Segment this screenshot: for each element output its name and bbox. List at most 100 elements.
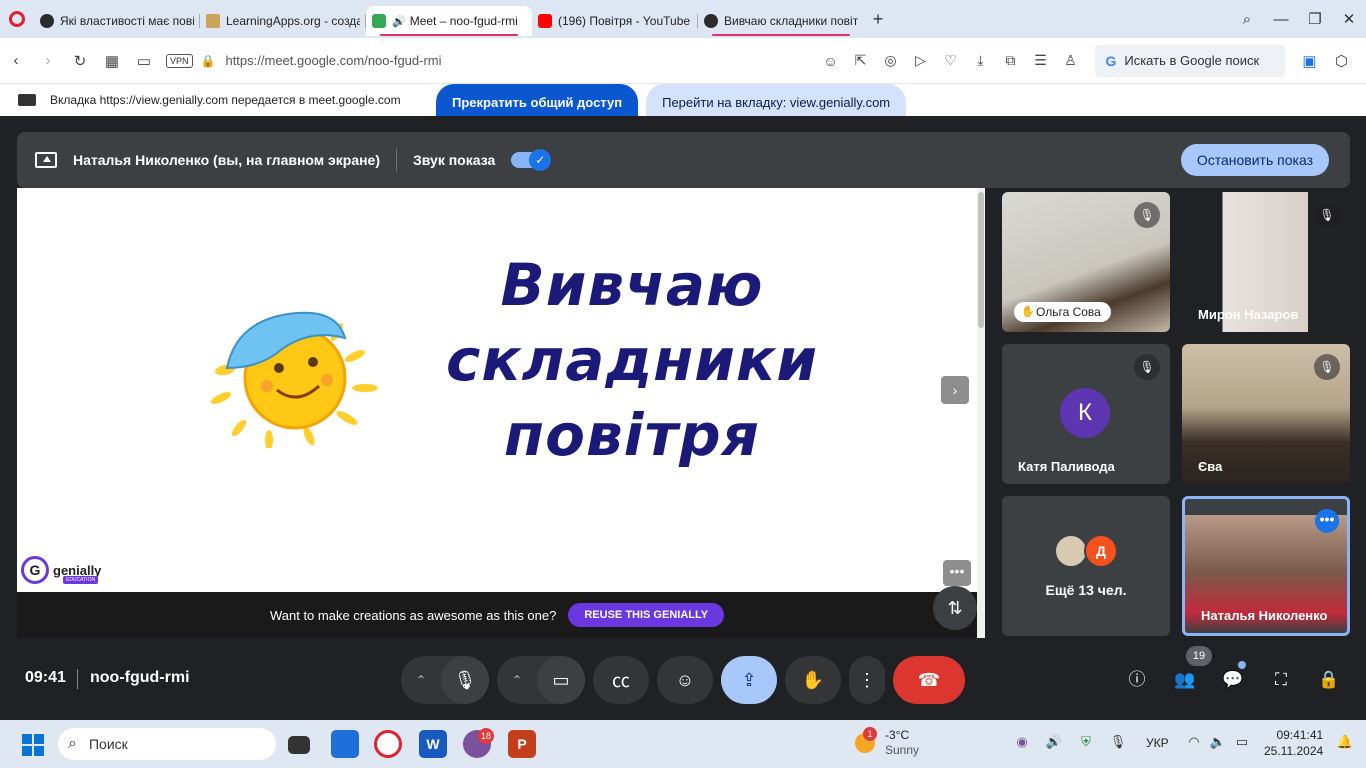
reactions-button[interactable]: ☺: [657, 656, 713, 704]
host-controls-icon[interactable]: 🔒: [1315, 666, 1343, 694]
viber-tray-icon[interactable]: ◉: [1011, 734, 1033, 750]
weather-badge: 1: [863, 727, 877, 741]
temperature: -3°C: [885, 728, 910, 742]
tab-search-icon[interactable]: ⌕: [1230, 11, 1264, 28]
browser-tab-active[interactable]: 🔊 Meet – noo-fgud-rmi: [366, 6, 532, 36]
weather-description: Sunny: [885, 743, 920, 757]
browser-tab[interactable]: Вивчаю складники повітр: [698, 6, 864, 36]
download-icon[interactable]: ⤓: [965, 52, 995, 69]
chat-icon[interactable]: 💬: [1219, 666, 1247, 694]
new-tab-button[interactable]: +: [864, 9, 892, 30]
camera-icon[interactable]: ▭: [128, 52, 160, 70]
battery-icon[interactable]: ▭: [1231, 734, 1253, 750]
meet-main: Наталья Николенко (вы, на главном экране…: [0, 116, 1366, 720]
google-search-field[interactable]: G Искать в Google поиск: [1095, 44, 1286, 77]
stop-presenting-button[interactable]: Остановить показ: [1180, 144, 1329, 176]
flow-icon[interactable]: ⧉: [995, 52, 1025, 69]
stop-sharing-button[interactable]: Прекратить общий доступ: [436, 84, 639, 120]
reuse-button[interactable]: REUSE THIS GENIALLY: [568, 603, 725, 627]
speed-dial-icon[interactable]: ▦: [96, 52, 128, 70]
heart-icon[interactable]: ♡: [935, 52, 965, 69]
audio-settings-chevron-icon[interactable]: ⌃: [401, 673, 441, 687]
opera-logo-icon[interactable]: [0, 0, 34, 38]
participant-tile[interactable]: 🎙 ✋ Ольга Сова: [1002, 192, 1170, 332]
present-button[interactable]: ⇪: [721, 656, 777, 704]
go-to-tab-button[interactable]: Перейти на вкладку: view.genially.com: [646, 84, 907, 120]
genially-logo[interactable]: G genially EDUCATION: [21, 556, 101, 584]
people-icon[interactable]: 👥: [1171, 666, 1199, 694]
browser-tab[interactable]: Які властивості має пові: [34, 6, 200, 36]
leave-call-button[interactable]: ☎: [893, 656, 965, 704]
windows-start-icon[interactable]: [22, 734, 44, 756]
vpn-badge[interactable]: VPN: [166, 53, 193, 68]
extensions-icon[interactable]: ⬡: [1325, 52, 1357, 70]
video-settings-chevron-icon[interactable]: ⌃: [497, 673, 537, 687]
minimize-icon[interactable]: —: [1264, 11, 1298, 28]
url-field[interactable]: https://meet.google.com/noo-fgud-rmi: [225, 53, 815, 68]
powerpoint-icon[interactable]: P: [508, 730, 536, 758]
language-indicator[interactable]: УКР: [1146, 736, 1169, 750]
weather-widget[interactable]: 1 -3°C Sunny: [855, 727, 920, 758]
raise-hand-button[interactable]: ✋: [785, 656, 841, 704]
slide-options-button[interactable]: •••: [943, 560, 971, 586]
clock-time: 09:41:41: [1276, 728, 1324, 742]
participant-tile[interactable]: 🎙 К Катя Паливода: [1002, 344, 1170, 484]
more-participants-tile[interactable]: Д Ещё 13 чел.: [1002, 496, 1170, 636]
reload-icon[interactable]: ↻: [64, 52, 96, 70]
microphone-button[interactable]: 🎙: [441, 656, 489, 704]
next-slide-button[interactable]: ›: [941, 376, 969, 404]
google-icon: G: [1105, 52, 1117, 69]
store-icon[interactable]: [331, 730, 359, 758]
participant-tile[interactable]: 🎙 Єва: [1182, 344, 1350, 484]
participant-tile[interactable]: 🎙 Мирон Назаров: [1182, 192, 1350, 332]
speaker-icon[interactable]: 🔈: [1207, 734, 1229, 750]
participant-name: Наталья Николенко: [1201, 608, 1328, 623]
mic-off-icon: 🎙: [1134, 202, 1160, 228]
browser-tab-strip: Які властивості має пові LearningApps.or…: [0, 0, 1366, 38]
mic-off-icon: 🎙: [1314, 354, 1340, 380]
microphone-tray-icon[interactable]: 🎙: [1107, 734, 1129, 750]
genially-education-badge: EDUCATION: [63, 576, 99, 584]
browser-tab[interactable]: LearningApps.org - созда: [200, 6, 366, 36]
taskbar-search[interactable]: ⌕ Поиск: [58, 728, 276, 760]
more-options-button[interactable]: •••: [1315, 509, 1339, 533]
avatar: К: [1060, 388, 1110, 438]
restore-icon[interactable]: ❐: [1298, 10, 1332, 28]
browser-tab[interactable]: (196) Повітря - YouTube: [532, 6, 698, 36]
scrollbar[interactable]: [977, 188, 985, 638]
snapshot-icon[interactable]: ◎: [875, 52, 905, 69]
word-icon[interactable]: W: [419, 730, 447, 758]
tab-sharing-bar: Вкладка https://view.genially.com переда…: [0, 84, 1366, 120]
meeting-details-icon[interactable]: ⓘ: [1123, 666, 1151, 694]
shared-screen: Вивчаю складники повітря › G genially ED…: [17, 188, 985, 638]
tab-title: Вивчаю складники повітр: [724, 14, 858, 28]
camera-button[interactable]: ▭: [537, 656, 585, 704]
task-view-icon[interactable]: [288, 736, 310, 754]
share-icon[interactable]: ⇱: [845, 52, 875, 69]
more-options-button[interactable]: ⋮: [849, 656, 885, 704]
tab-title: Meet – noo-fgud-rmi: [409, 14, 518, 28]
camera-control: ⌃ ▭: [497, 656, 585, 704]
activities-icon[interactable]: ⛶: [1267, 666, 1295, 694]
back-icon[interactable]: ‹: [0, 52, 32, 69]
genially-logo-icon: G: [21, 556, 49, 584]
emoji-icon[interactable]: ☺: [815, 53, 845, 69]
menu-icon[interactable]: ☰: [1025, 52, 1055, 69]
security-tray-icon[interactable]: ⛨: [1075, 734, 1097, 750]
play-icon[interactable]: ▷: [905, 52, 935, 69]
wifi-icon[interactable]: ◠: [1183, 734, 1205, 750]
close-icon[interactable]: ✕: [1332, 10, 1366, 28]
swap-layout-button[interactable]: ⇅: [933, 586, 977, 630]
volume-tray-icon[interactable]: 🔊: [1043, 734, 1065, 750]
sound-toggle[interactable]: ✓: [511, 149, 552, 171]
sidebar-icon[interactable]: ▣: [1293, 52, 1325, 70]
avatar: Д: [1084, 534, 1118, 568]
notifications-icon[interactable]: 🔔: [1334, 734, 1356, 750]
genially-favicon-icon: [704, 14, 718, 28]
self-tile[interactable]: ••• Наталья Николенко: [1182, 496, 1350, 636]
forward-icon[interactable]: ›: [32, 52, 64, 69]
opera-taskbar-icon[interactable]: [374, 730, 402, 758]
profile-icon[interactable]: ♙: [1055, 52, 1085, 69]
captions-button[interactable]: ㏄: [593, 656, 649, 704]
system-clock[interactable]: 09:41:41 25.11.2024: [1264, 727, 1323, 759]
